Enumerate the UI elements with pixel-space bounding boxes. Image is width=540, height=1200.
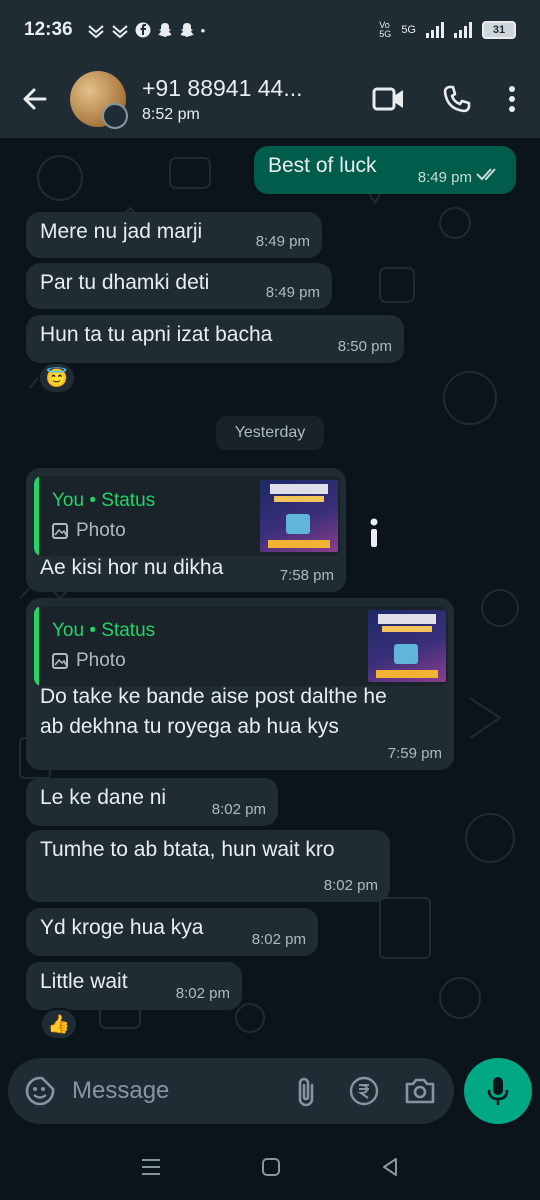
voice-call-icon[interactable] xyxy=(442,84,472,114)
incoming-message[interactable]: Par tu dhamki deti 8:49 pm xyxy=(26,263,332,309)
quote-type-label: Photo xyxy=(76,520,126,541)
incoming-message[interactable]: Tumhe to ab btata, hun wait kro 8:02 pm xyxy=(26,830,390,902)
more-notifications-dot: • xyxy=(200,22,206,38)
message-time: 8:50 pm xyxy=(337,338,392,355)
battery-icon: 31 xyxy=(482,21,516,39)
network-type: 5G xyxy=(401,24,416,36)
status-ring-icon xyxy=(102,103,128,129)
chat-area[interactable]: Best of luck 8:49 pm Mere nu jad marji 8… xyxy=(0,138,540,1048)
incoming-message[interactable]: Hun ta tu apni izat bacha 8:50 pm xyxy=(26,315,404,363)
back-nav-icon[interactable] xyxy=(380,1157,400,1177)
message-text: Tumhe to ab btata, hun wait kro xyxy=(40,838,335,861)
read-receipt-icon xyxy=(476,168,496,181)
message-time: 7:58 pm xyxy=(279,567,334,584)
quote-author: You • Status xyxy=(52,620,156,641)
back-button[interactable] xyxy=(0,60,70,138)
message-reaction[interactable]: 👍 xyxy=(40,1008,78,1040)
battery-level: 31 xyxy=(492,24,506,36)
contact-info[interactable]: +91 88941 44... 8:52 pm xyxy=(142,75,372,124)
back-arrow-icon xyxy=(23,88,47,110)
recent-apps-icon[interactable] xyxy=(140,1158,162,1176)
photo-icon xyxy=(52,653,68,669)
incoming-message[interactable]: Little wait 8:02 pm xyxy=(26,962,242,1010)
incoming-message[interactable]: Yd kroge hua kya 8:02 pm xyxy=(26,908,318,956)
quote-author: You • Status xyxy=(52,490,156,511)
incoming-message[interactable]: Le ke dane ni 8:02 pm xyxy=(26,778,278,826)
camera-icon[interactable] xyxy=(404,1077,436,1105)
incoming-message[interactable]: You • Status Photo Do take ke bande aise… xyxy=(26,598,454,770)
quoted-status[interactable]: You • Status Photo xyxy=(34,476,340,556)
status-bar: 12:36 • Vo 5G 5G 31 xyxy=(0,0,540,60)
photo-icon xyxy=(52,523,68,539)
avatar[interactable] xyxy=(70,71,128,129)
status-thumbnail xyxy=(260,480,338,552)
message-input[interactable]: Message xyxy=(72,1077,294,1105)
status-thumbnail xyxy=(368,610,446,682)
voice-record-button[interactable] xyxy=(464,1058,532,1124)
emoji-sticker-icon[interactable] xyxy=(24,1075,56,1107)
notification-icon xyxy=(111,25,128,38)
incoming-message[interactable]: Mere nu jad marji 8:49 pm xyxy=(26,212,322,258)
message-text: Do take ke bande aise post dalthe he ab … xyxy=(40,685,387,738)
date-separator: Yesterday xyxy=(216,416,324,450)
message-time: 8:49 pm xyxy=(255,233,310,250)
message-text: Little wait xyxy=(40,970,128,993)
reaction-emoji: 👍 xyxy=(47,1013,71,1034)
reaction-emoji: 😇 xyxy=(45,367,69,388)
message-reaction[interactable]: 😇 xyxy=(38,362,76,394)
message-text: Le ke dane ni xyxy=(40,786,167,809)
status-time: 12:36 xyxy=(24,19,73,40)
message-time: 8:49 pm xyxy=(417,169,472,186)
payment-rupee-icon[interactable] xyxy=(348,1075,380,1107)
home-icon[interactable] xyxy=(261,1157,281,1177)
volte-indicator: Vo 5G xyxy=(379,20,392,39)
video-call-icon[interactable] xyxy=(372,86,406,112)
incoming-message[interactable]: You • Status Photo Ae kisi hor nu dikha … xyxy=(26,468,346,592)
chat-header: +91 88941 44... 8:52 pm xyxy=(0,60,540,138)
attach-icon[interactable] xyxy=(294,1075,318,1107)
message-time: 8:02 pm xyxy=(323,877,378,894)
signal-icon xyxy=(426,22,444,38)
more-options-icon[interactable] xyxy=(508,85,516,113)
message-time: 8:02 pm xyxy=(175,985,230,1002)
microphone-icon xyxy=(487,1077,509,1105)
message-time: 8:02 pm xyxy=(251,931,306,948)
composer: Message xyxy=(0,1048,540,1134)
signal-icon xyxy=(454,22,472,38)
quote-type: Photo xyxy=(52,650,126,672)
contact-name: +91 88941 44... xyxy=(142,74,303,101)
message-text: Mere nu jad marji xyxy=(40,220,203,243)
message-text: Par tu dhamki deti xyxy=(40,271,210,294)
message-input-container[interactable]: Message xyxy=(8,1058,454,1124)
message-text: Hun ta tu apni izat bacha xyxy=(40,323,273,346)
outgoing-message[interactable]: Best of luck 8:49 pm xyxy=(254,146,516,194)
snapchat-icon xyxy=(157,23,172,37)
snapchat-icon xyxy=(179,23,194,37)
message-text: Ae kisi hor nu dikha xyxy=(40,556,224,579)
notification-icons: • xyxy=(87,22,206,38)
message-text: Best of luck xyxy=(268,154,377,177)
facebook-icon xyxy=(135,22,151,38)
notification-icon xyxy=(87,25,104,38)
system-nav-bar xyxy=(0,1134,540,1200)
info-icon[interactable] xyxy=(368,518,380,548)
quoted-status[interactable]: You • Status Photo xyxy=(34,606,448,686)
message-text: Yd kroge hua kya xyxy=(40,916,204,939)
last-seen: 8:52 pm xyxy=(142,105,200,123)
message-time: 8:49 pm xyxy=(265,284,320,301)
quote-type: Photo xyxy=(52,520,126,542)
message-time: 7:59 pm xyxy=(387,745,442,762)
message-time: 8:02 pm xyxy=(211,801,266,818)
quote-type-label: Photo xyxy=(76,650,126,671)
